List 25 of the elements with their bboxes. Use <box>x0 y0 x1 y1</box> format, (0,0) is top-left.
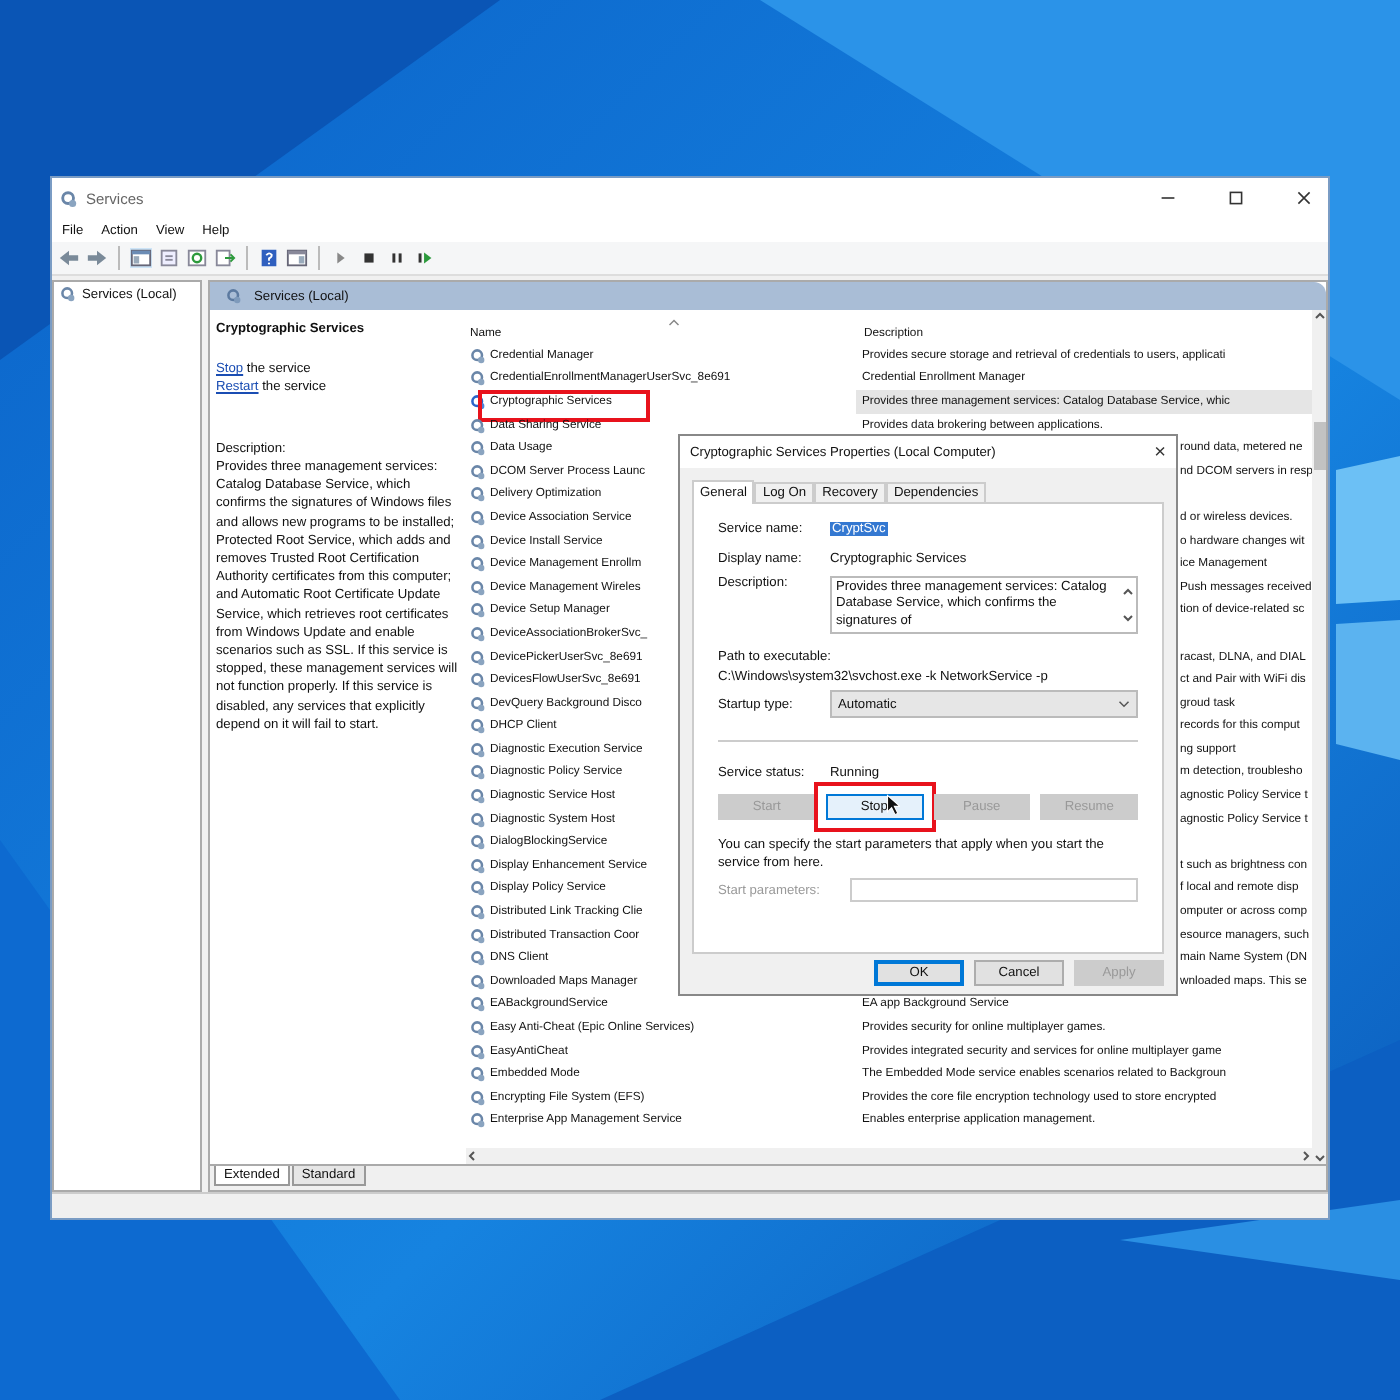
refresh-icon[interactable] <box>186 248 208 268</box>
scroll-up-icon[interactable] <box>1313 310 1325 322</box>
pause-icon[interactable] <box>386 248 408 268</box>
close-button[interactable]: × <box>1154 441 1166 463</box>
properties-icon[interactable] <box>158 248 180 268</box>
mouse-cursor-icon <box>886 794 900 816</box>
export-icon[interactable] <box>214 248 236 268</box>
scroll-down-icon[interactable] <box>1122 612 1134 625</box>
maximize-icon[interactable] <box>1228 190 1244 206</box>
scroll-right-icon[interactable] <box>1300 1150 1312 1162</box>
scroll-up-icon[interactable] <box>1122 585 1134 598</box>
scroll-down-icon[interactable] <box>1313 1152 1325 1164</box>
back-arrow-icon[interactable] <box>58 248 80 268</box>
console-tree-icon[interactable] <box>130 248 152 268</box>
dropdown-caret-icon <box>1118 700 1130 709</box>
resume-icon[interactable] <box>414 248 436 268</box>
close-icon[interactable] <box>1296 190 1312 206</box>
console-icon[interactable] <box>286 248 308 268</box>
help-icon[interactable] <box>258 248 280 268</box>
sort-caret-icon <box>668 318 680 326</box>
stop-icon[interactable] <box>358 248 380 268</box>
forward-arrow-icon[interactable] <box>86 248 108 268</box>
horizontal-scrollbar[interactable] <box>466 1148 1312 1164</box>
scroll-left-icon[interactable] <box>466 1150 478 1162</box>
vertical-scrollbar[interactable] <box>1312 310 1326 1164</box>
